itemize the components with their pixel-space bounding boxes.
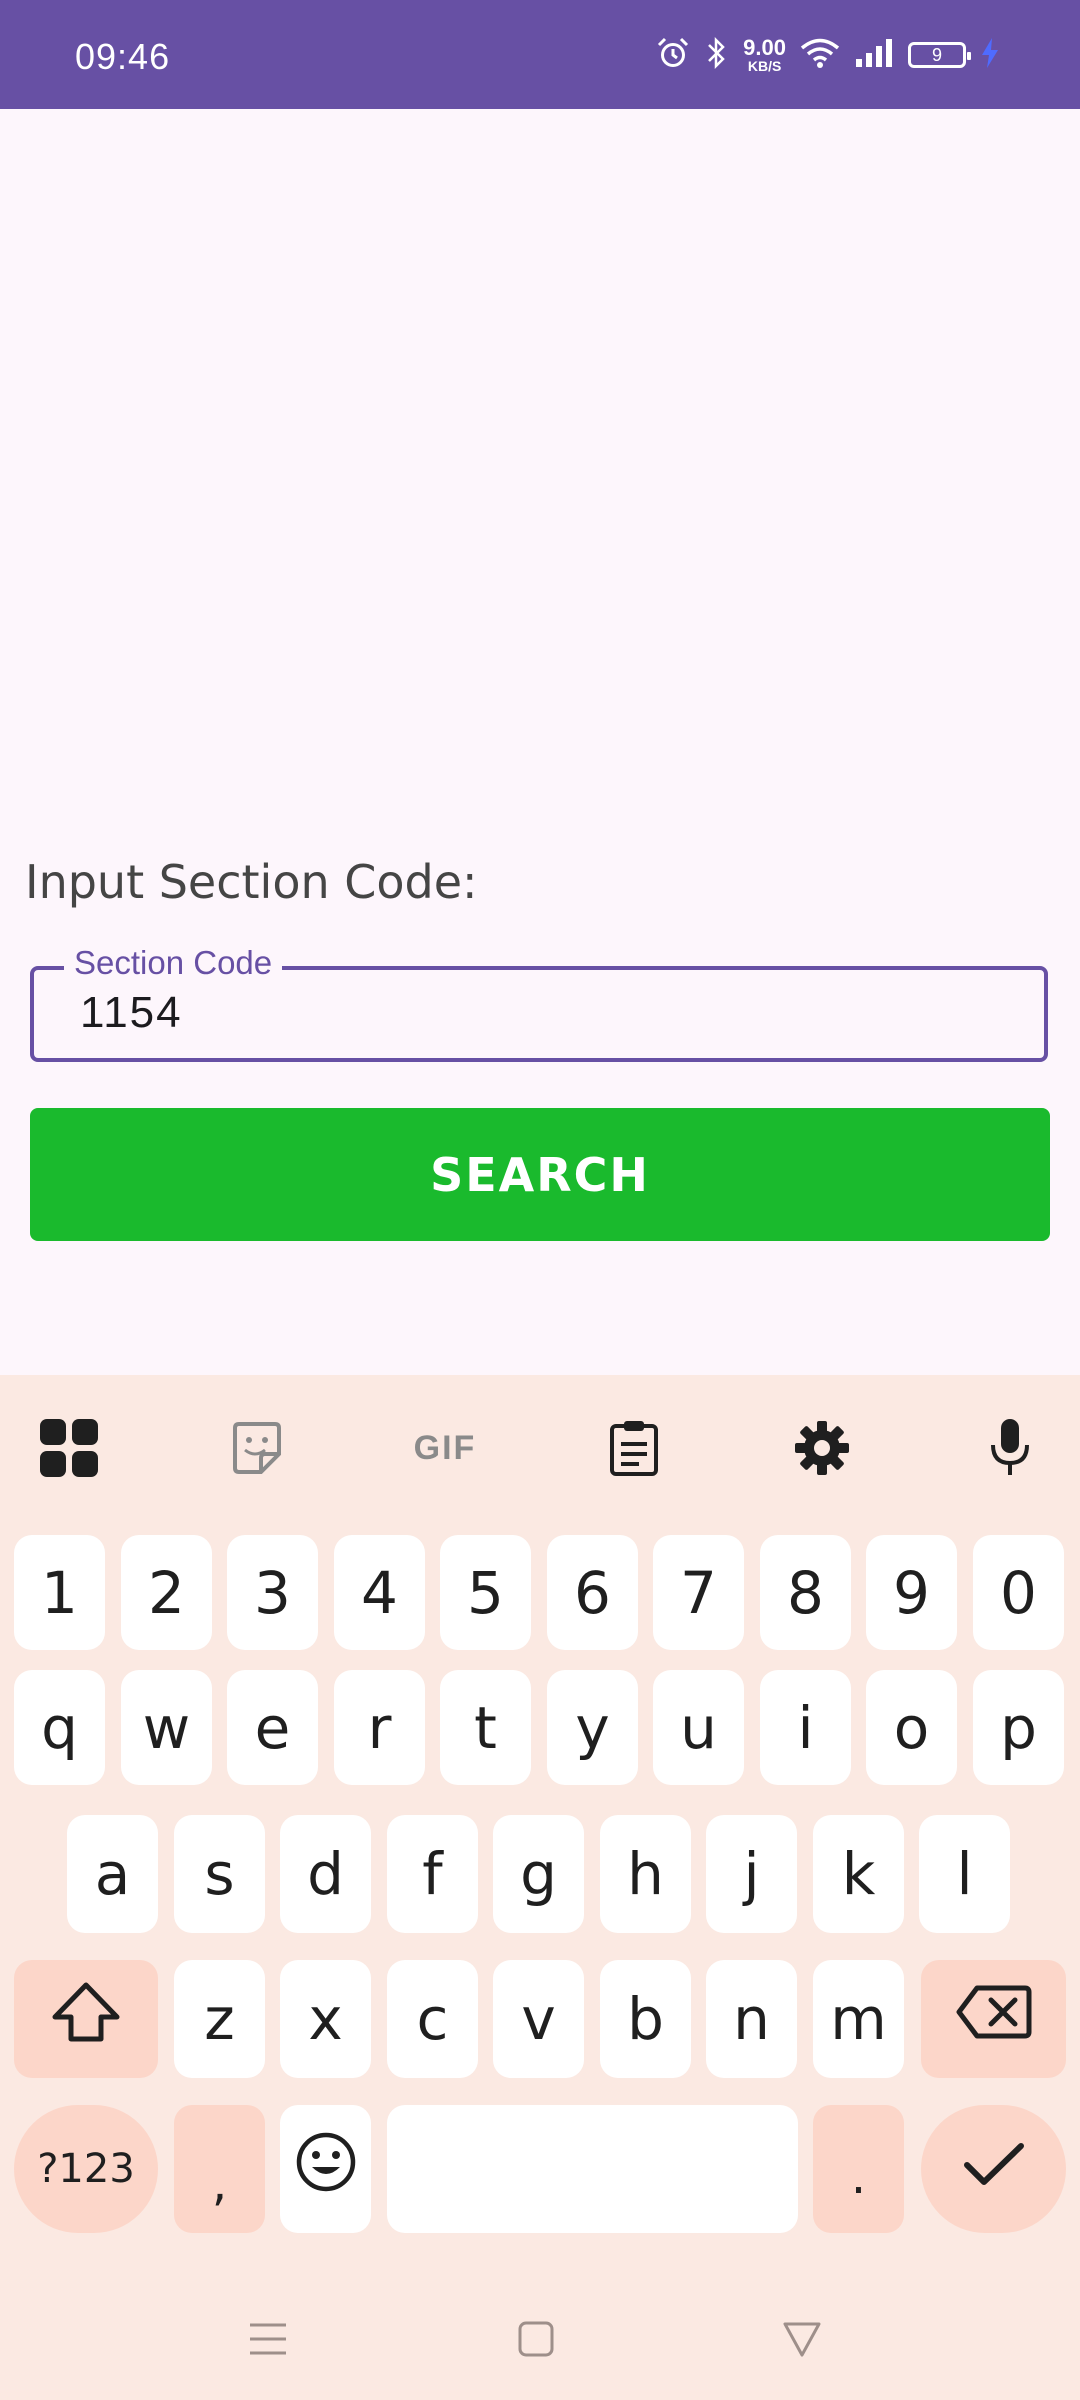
section-code-prompt: Input Section Code: [25, 855, 478, 909]
status-bar: 09:46 9.00 KB/S 9 [0, 0, 1080, 109]
section-code-input[interactable] [80, 988, 980, 1038]
sticker-icon[interactable] [222, 1413, 292, 1483]
key-7[interactable]: 7 [653, 1535, 744, 1650]
key-x[interactable]: x [280, 1960, 371, 2078]
key-9[interactable]: 9 [866, 1535, 957, 1650]
key-u[interactable]: u [653, 1670, 744, 1785]
key-e[interactable]: e [227, 1670, 318, 1785]
key-g[interactable]: g [493, 1815, 584, 1933]
recents-menu-icon[interactable] [243, 2314, 293, 2364]
emoji-key[interactable] [280, 2105, 371, 2233]
alarm-icon [655, 35, 691, 76]
gif-icon[interactable]: GIF [405, 1413, 485, 1483]
key-6[interactable]: 6 [547, 1535, 638, 1650]
key-j[interactable]: j [706, 1815, 797, 1933]
key-d[interactable]: d [280, 1815, 371, 1933]
key-t[interactable]: t [440, 1670, 531, 1785]
back-triangle-icon[interactable] [777, 2314, 827, 2364]
emoji-smile-icon [295, 2131, 357, 2207]
key-z[interactable]: z [174, 1960, 265, 2078]
key-o[interactable]: o [866, 1670, 957, 1785]
key-4[interactable]: 4 [334, 1535, 425, 1650]
space-key[interactable] [387, 2105, 798, 2233]
key-5[interactable]: 5 [440, 1535, 531, 1650]
key-r[interactable]: r [334, 1670, 425, 1785]
home-square-icon[interactable] [511, 2314, 561, 2364]
apps-grid-icon[interactable] [34, 1413, 104, 1483]
section-code-field[interactable]: Section Code [30, 944, 1048, 1062]
key-q[interactable]: q [14, 1670, 105, 1785]
key-h[interactable]: h [600, 1815, 691, 1933]
shift-arrow-icon [51, 1981, 121, 2057]
period-key[interactable]: . [813, 2105, 904, 2233]
microphone-icon[interactable] [975, 1413, 1045, 1483]
key-8[interactable]: 8 [760, 1535, 851, 1650]
charging-icon [980, 36, 1000, 75]
key-k[interactable]: k [813, 1815, 904, 1933]
clipboard-icon[interactable] [599, 1413, 669, 1483]
key-m[interactable]: m [813, 1960, 904, 2078]
checkmark-icon [962, 2135, 1026, 2203]
signal-icon [854, 37, 894, 74]
symbols-key[interactable]: ?123 [14, 2105, 158, 2233]
backspace-key[interactable] [921, 1960, 1066, 2078]
key-y[interactable]: y [547, 1670, 638, 1785]
key-2[interactable]: 2 [121, 1535, 212, 1650]
key-s[interactable]: s [174, 1815, 265, 1933]
battery-icon: 9 [908, 42, 971, 68]
navigation-bar [0, 2270, 1080, 2400]
key-w[interactable]: w [121, 1670, 212, 1785]
soft-keyboard: GIF 1 2 3 4 5 6 7 8 9 0 q w e r t y u i … [0, 1375, 1080, 2400]
key-0[interactable]: 0 [973, 1535, 1064, 1650]
key-3[interactable]: 3 [227, 1535, 318, 1650]
key-c[interactable]: c [387, 1960, 478, 2078]
key-i[interactable]: i [760, 1670, 851, 1785]
keyboard-toolbar: GIF [0, 1375, 1080, 1515]
key-1[interactable]: 1 [14, 1535, 105, 1650]
key-a[interactable]: a [67, 1815, 158, 1933]
bluetooth-icon [705, 35, 729, 76]
key-f[interactable]: f [387, 1815, 478, 1933]
network-speed: 9.00 KB/S [743, 35, 786, 74]
status-time: 09:46 [75, 36, 171, 77]
key-l[interactable]: l [919, 1815, 1010, 1933]
backspace-icon [955, 1984, 1033, 2054]
status-icons: 9.00 KB/S 9 [655, 30, 1000, 80]
section-code-field-label: Section Code [64, 944, 283, 982]
settings-gear-icon[interactable] [787, 1413, 857, 1483]
wifi-icon [800, 37, 840, 74]
comma-key[interactable]: , [174, 2105, 265, 2233]
key-p[interactable]: p [973, 1670, 1064, 1785]
shift-key[interactable] [14, 1960, 158, 2078]
gif-label: GIF [413, 1428, 477, 1467]
enter-key[interactable] [921, 2105, 1066, 2233]
key-b[interactable]: b [600, 1960, 691, 2078]
search-button[interactable]: SEARCH [30, 1108, 1050, 1241]
key-n[interactable]: n [706, 1960, 797, 2078]
key-v[interactable]: v [493, 1960, 584, 2078]
